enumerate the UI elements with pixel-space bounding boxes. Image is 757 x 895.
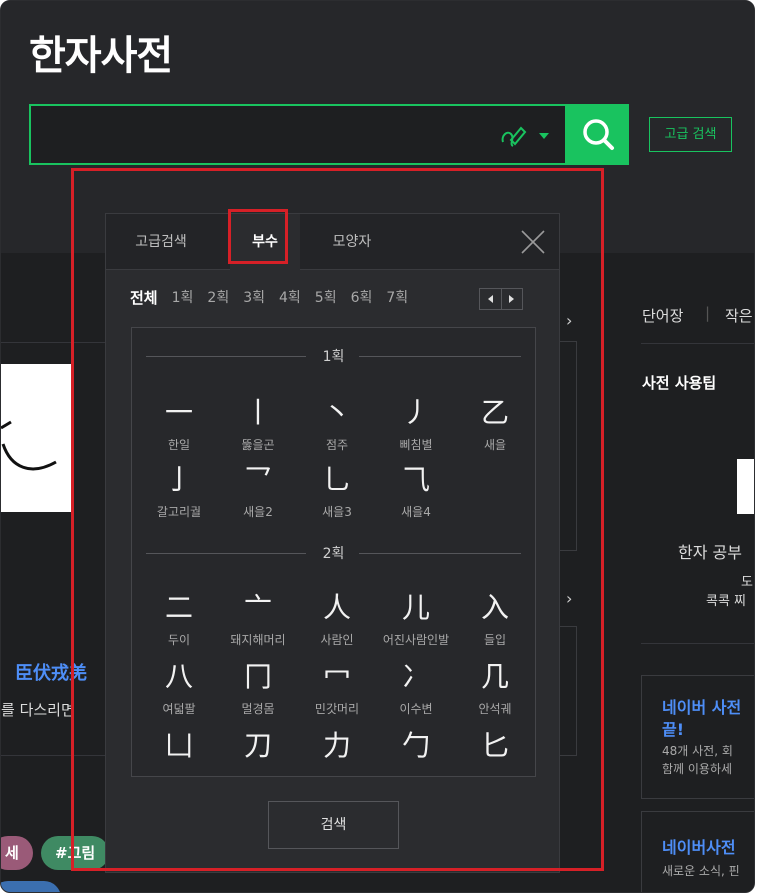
search-icon [583, 119, 614, 150]
caret-down-icon [539, 133, 549, 139]
card-text: 새로운 소식, 핀 [662, 864, 740, 878]
search-button[interactable] [567, 104, 629, 165]
tip-image [737, 459, 754, 514]
nav-separator: | [705, 304, 711, 322]
nav-item[interactable]: 작은 [725, 305, 753, 326]
card-title: 끝! [662, 720, 685, 739]
hanja-image [1, 364, 71, 512]
study-text: 한자 공부 [678, 543, 742, 562]
promo-card[interactable]: 네이버 사전 끝! 48개 사전, 회 함께 이용하세 [641, 675, 754, 799]
highlight-box [228, 209, 288, 264]
phrase-text: 를 다스리면 [1, 701, 75, 719]
sub-text: 도 [741, 575, 753, 590]
advanced-search-link[interactable]: 고급 검색 [649, 117, 732, 152]
divider [641, 643, 754, 644]
card-text: 48개 사전, 회 [662, 744, 733, 758]
handwriting-input-button[interactable] [499, 120, 555, 150]
hashtag-pill[interactable] [1, 881, 61, 892]
nav-wordbook[interactable]: 단어장 [642, 305, 683, 326]
app-window: 한자사전 고급 검색 臣伏戎羌 를 다스리면 세 #그림 › › 단어장 | 작… [0, 0, 755, 893]
hashtag-pill[interactable]: 세 [1, 836, 33, 870]
card-title: 네이버 사전 [662, 698, 742, 717]
search-box [29, 104, 567, 165]
divider [641, 343, 754, 344]
search-input[interactable] [41, 116, 481, 154]
page-title: 한자사전 [29, 33, 173, 79]
card-text: 함께 이용하세 [662, 762, 733, 776]
tip-title: 사전 사용팁 [642, 374, 717, 392]
sub-text: 콕콕 찌 [706, 594, 747, 609]
card-title: 네이버사전 [662, 838, 736, 857]
promo-card[interactable]: 네이버사전 새로운 소식, 핀 [641, 811, 754, 892]
highlight-box [71, 168, 604, 871]
pen-icon [501, 126, 549, 147]
